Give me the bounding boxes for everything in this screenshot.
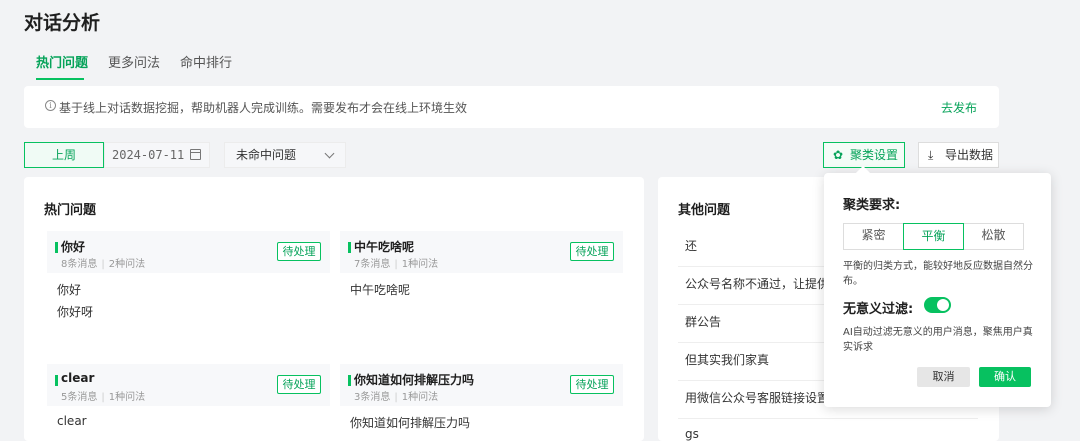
date-picker[interactable]: 2024-07-11 [104,142,210,168]
option-loose[interactable]: 松散 [963,223,1024,250]
gear-icon: ✿ [833,148,844,162]
message-count: 5条消息 [61,392,98,403]
pending-button[interactable]: 待处理 [277,375,321,394]
variant-count: 1种问法 [401,259,439,270]
meaningless-filter-toggle[interactable] [924,297,951,313]
toggle-knob [937,299,949,311]
download-icon: ⤓ [928,148,934,162]
message-count: 7条消息 [354,259,391,270]
card-title: clear [61,371,95,385]
week-button[interactable]: 上周 [24,142,104,168]
list-item[interactable]: gs [678,419,978,441]
card-header: 你知道如何排解压力吗 3条消息 | 1种问法 待处理 [340,364,623,406]
message-count: 8条消息 [61,259,98,270]
list-item-text: 但其实我们家真 [685,353,770,367]
question-card[interactable]: clear 5条消息 | 1种问法 待处理 clear [47,364,330,441]
select-value: 未命中问题 [236,148,297,162]
meaningless-filter-label: 无意义过滤: [843,302,914,317]
variant-count: 2种问法 [108,259,146,270]
card-line: 你好 [57,283,82,297]
card-accent-bar [348,375,351,386]
other-panel-title: 其他问题 [678,203,731,218]
card-accent-bar [55,375,58,386]
hot-questions-panel: 热门问题 你好 8条消息 | 2种问法 待处理 你好 你好呀 中午吃啥呢 7条消息 |… [24,177,644,441]
notice-text: 基于线上对话数据挖掘，帮助机器人完成训练。需要发布才会在线上环境生效 [59,101,468,115]
export-data-label: 导出数据 [945,148,994,162]
cluster-mode-segmented: 紧密 平衡 松散 [843,223,1024,250]
filter-description: AI自动过滤无意义的用户消息，聚焦用户真实诉求 [843,327,1033,353]
cluster-settings-button[interactable]: ✿ 聚类设置 [823,142,905,168]
notice-banner: i 基于线上对话数据挖掘，帮助机器人完成训练。需要发布才会在线上环境生效 去发布 [24,86,999,128]
card-accent-bar [55,242,58,253]
list-item-text: 还 [685,239,698,253]
card-header: 你好 8条消息 | 2种问法 待处理 [47,231,330,273]
list-item-text: 群公告 [685,315,722,329]
card-header: 中午吃啥呢 7条消息 | 1种问法 待处理 [340,231,623,273]
export-data-button[interactable]: ⤓ 导出数据 [918,142,999,168]
card-meta: 8条消息 | 2种问法 [61,259,146,270]
hot-panel-title: 热门问题 [44,203,97,218]
message-count: 3条消息 [354,392,391,403]
card-meta: 3条消息 | 1种问法 [354,392,439,403]
card-accent-bar [348,242,351,253]
cluster-requirement-label: 聚类要求: [843,198,901,213]
question-card[interactable]: 你好 8条消息 | 2种问法 待处理 你好 你好呀 [47,231,330,357]
option-tight[interactable]: 紧密 [843,223,904,250]
active-tab-indicator [36,78,84,80]
list-item-text: gs [685,427,699,441]
card-title: 你知道如何排解压力吗 [354,373,475,387]
card-meta: 5条消息 | 1种问法 [61,392,146,403]
pending-button[interactable]: 待处理 [570,375,614,394]
tab-hot-questions[interactable]: 热门问题 [36,52,88,71]
date-value: 2024-07-11 [112,148,185,162]
card-line: 中午吃啥呢 [350,283,411,297]
variant-count: 1种问法 [108,392,146,403]
question-card[interactable]: 中午吃啥呢 7条消息 | 1种问法 待处理 中午吃啥呢 [340,231,623,357]
popover-arrow [855,165,871,181]
cluster-description: 平衡的归类方式，能较好地反应数据自然分布。 [843,261,1033,287]
card-line: 你知道如何排解压力吗 [350,416,471,430]
card-meta: 7条消息 | 1种问法 [354,259,439,270]
chevron-down-icon [324,148,335,159]
card-title: 中午吃啥呢 [354,240,415,254]
cluster-settings-label: 聚类设置 [850,148,899,162]
card-line: 你好呀 [57,305,94,319]
tab-hit-ranking[interactable]: 命中排行 [180,52,232,71]
question-card[interactable]: 你知道如何排解压力吗 3条消息 | 1种问法 待处理 你知道如何排解压力吗 [340,364,623,441]
card-title: 你好 [61,240,86,254]
calendar-icon [190,149,201,160]
card-line: clear [57,414,87,428]
list-item-text: 用微信公众号客服链接设置 [685,391,830,405]
option-balanced[interactable]: 平衡 [903,223,964,250]
list-item-text: 公众号名称不通过，让提供 [685,277,830,291]
variant-count: 1种问法 [401,392,439,403]
tab-more-variants[interactable]: 更多问法 [108,52,160,71]
page-title: 对话分析 [24,12,101,34]
pending-button[interactable]: 待处理 [570,242,614,261]
card-header: clear 5条消息 | 1种问法 待处理 [47,364,330,406]
cluster-settings-popover: 聚类要求: 紧密 平衡 松散 平衡的归类方式，能较好地反应数据自然分布。 无意义… [824,165,1051,407]
pending-button[interactable]: 待处理 [277,242,321,261]
cancel-button[interactable]: 取消 [917,367,970,387]
question-type-select[interactable]: 未命中问题 [224,142,346,168]
publish-link[interactable]: 去发布 [941,99,977,116]
info-icon: i [45,100,56,111]
confirm-button[interactable]: 确认 [979,367,1031,387]
